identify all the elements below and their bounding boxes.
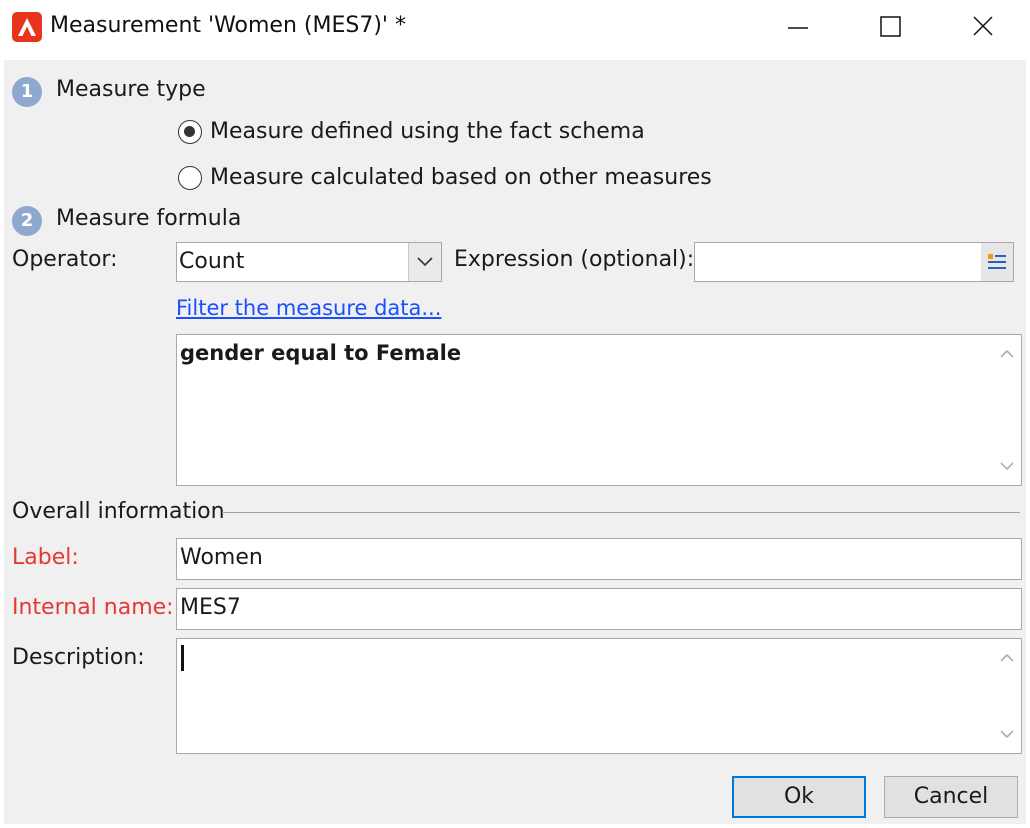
internal-name-value: MES7 (180, 595, 241, 620)
overall-information-heading: Overall information (12, 499, 225, 524)
operator-label: Operator: (12, 247, 118, 272)
description-input[interactable] (176, 638, 1022, 754)
operator-dropdown-button[interactable] (408, 243, 441, 281)
maximize-icon (880, 16, 901, 37)
scroll-down-icon[interactable] (993, 723, 1021, 747)
step-1-badge: 1 (12, 77, 42, 107)
adobe-campaign-icon (12, 12, 42, 42)
window-title: Measurement 'Women (MES7)' * (50, 13, 406, 38)
expression-input[interactable] (694, 242, 1014, 282)
chevron-down-icon (417, 257, 433, 267)
ok-button[interactable]: Ok (732, 776, 866, 818)
radio-selected-dot (184, 126, 195, 137)
step-2-badge: 2 (12, 206, 42, 236)
minimize-icon (788, 27, 808, 29)
filter-conditions-text: gender equal to Female (180, 341, 462, 365)
calculated-measure-radio[interactable] (178, 166, 202, 190)
title-bar: Measurement 'Women (MES7)' * (0, 0, 1030, 56)
close-button[interactable] (936, 0, 1028, 56)
filter-measure-data-link[interactable]: Filter the measure data... (176, 296, 441, 320)
expression-editor-button[interactable] (981, 243, 1013, 281)
description-scrollbar[interactable] (993, 639, 1021, 753)
text-caret (181, 645, 184, 671)
section-divider (222, 512, 1020, 513)
scroll-up-icon[interactable] (993, 645, 1021, 669)
scroll-up-icon[interactable] (993, 341, 1021, 365)
operator-value: Count (179, 249, 245, 274)
fact-schema-radio-label[interactable]: Measure defined using the fact schema (210, 119, 645, 144)
scroll-down-icon[interactable] (993, 455, 1021, 479)
label-field-label: Label: (12, 545, 79, 570)
maximize-button[interactable] (844, 0, 936, 56)
cancel-button[interactable]: Cancel (884, 776, 1018, 818)
dialog-body: 1 Measure type Measure defined using the… (4, 60, 1026, 824)
measure-type-heading: Measure type (56, 77, 206, 102)
expression-editor-icon (988, 254, 1006, 269)
fact-schema-radio[interactable] (178, 120, 202, 144)
minimize-button[interactable] (752, 0, 844, 56)
internal-name-input[interactable]: MES7 (176, 588, 1022, 630)
label-input[interactable]: Women (176, 538, 1022, 580)
label-value: Women (180, 545, 263, 570)
expression-label: Expression (optional): (454, 247, 695, 272)
filter-conditions-box[interactable]: gender equal to Female (176, 334, 1022, 486)
operator-select[interactable]: Count (176, 242, 442, 282)
internal-name-label: Internal name: (12, 595, 174, 620)
description-label: Description: (12, 645, 145, 670)
close-icon (973, 16, 993, 36)
calculated-measure-radio-label[interactable]: Measure calculated based on other measur… (210, 165, 712, 190)
filter-scrollbar[interactable] (993, 335, 1021, 485)
measure-formula-heading: Measure formula (56, 206, 242, 231)
